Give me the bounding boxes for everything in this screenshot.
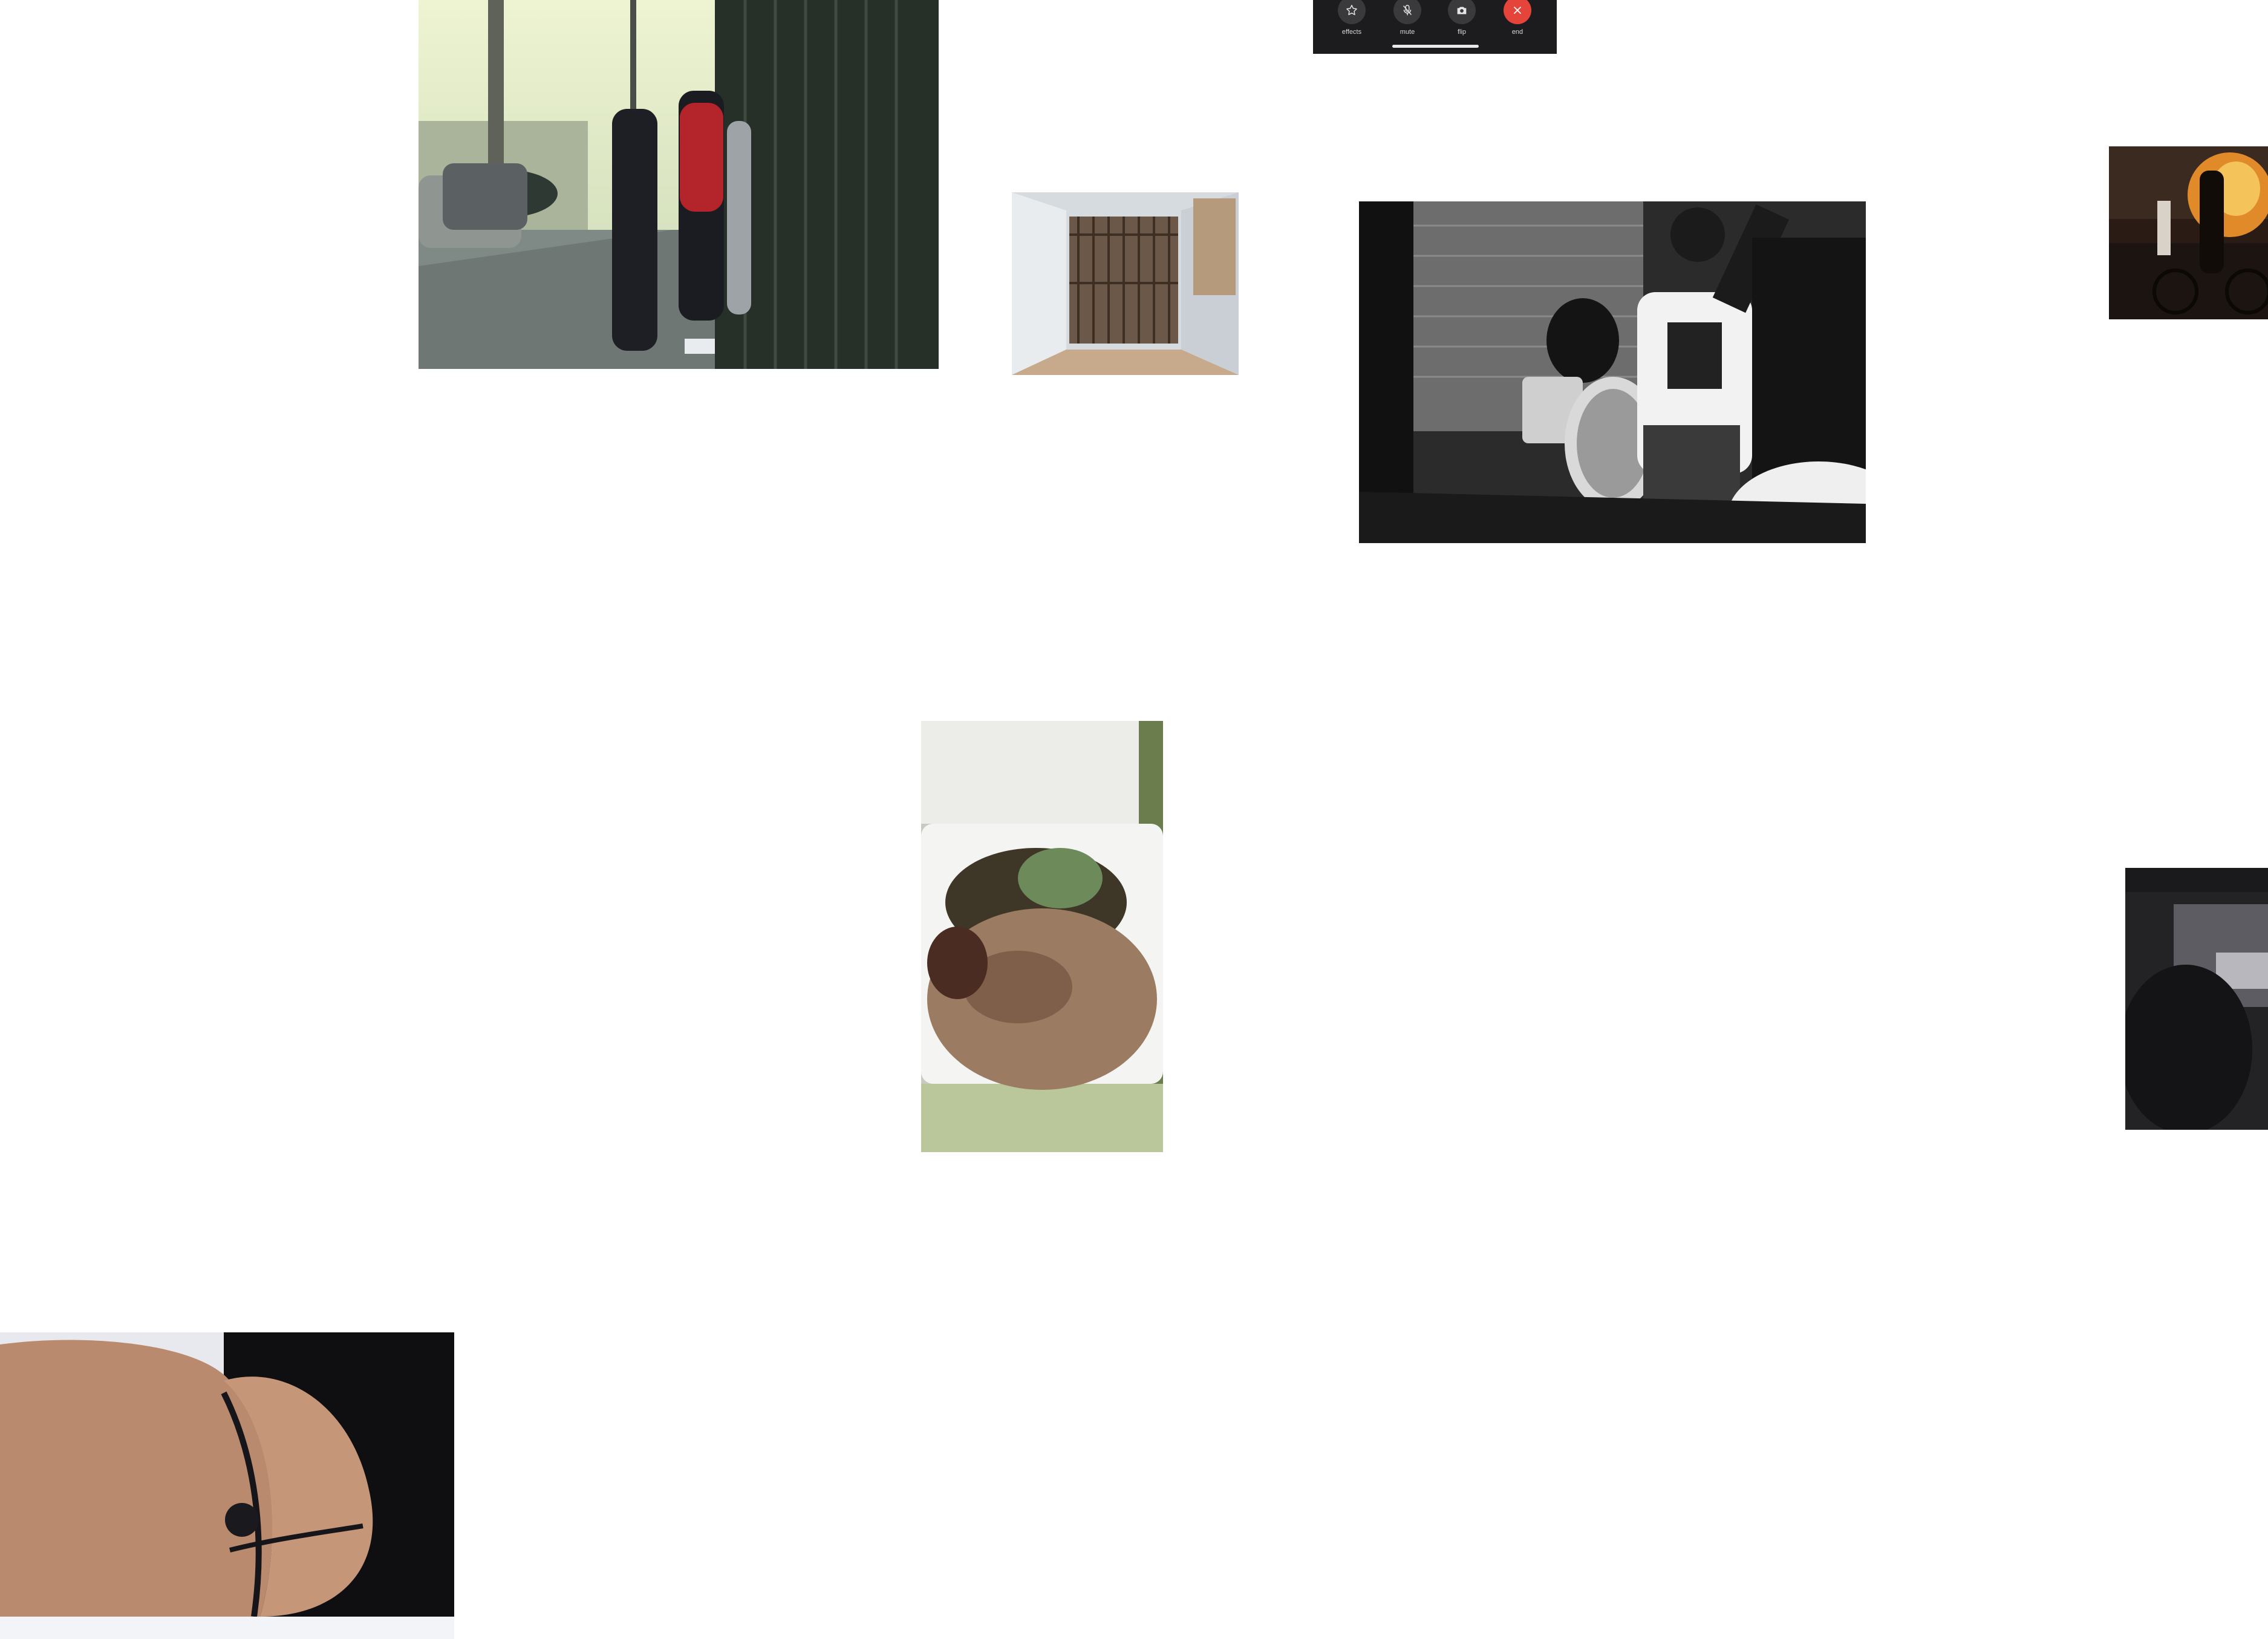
camera-icon	[1448, 0, 1476, 24]
band-performance-photo[interactable]	[1359, 201, 1866, 543]
mute-button[interactable]: mute	[1389, 0, 1426, 42]
street-scene-photo[interactable]	[419, 0, 939, 369]
active-indicator	[1392, 45, 1479, 48]
mic-slash-icon	[1393, 0, 1421, 24]
effects-label: effects	[1341, 28, 1362, 36]
call-toolbar: effects mute flip end	[1313, 0, 1557, 54]
star-icon	[1338, 0, 1366, 24]
flip-label: flip	[1457, 28, 1467, 36]
street-fire-bicycle-photo[interactable]	[2109, 146, 2268, 319]
close-icon	[1504, 0, 1531, 24]
lower-back-photo[interactable]	[0, 1332, 454, 1639]
end-call-button[interactable]: end	[1499, 0, 1536, 42]
car-interior-night-photo[interactable]	[2125, 868, 2268, 1130]
mute-label: mute	[1400, 28, 1415, 36]
takeout-food-photo[interactable]	[921, 721, 1163, 1152]
effects-button[interactable]: effects	[1334, 0, 1370, 42]
flip-button[interactable]: flip	[1444, 0, 1480, 42]
end-label: end	[1511, 28, 1523, 36]
jail-hallway-photo[interactable]	[1012, 192, 1239, 375]
